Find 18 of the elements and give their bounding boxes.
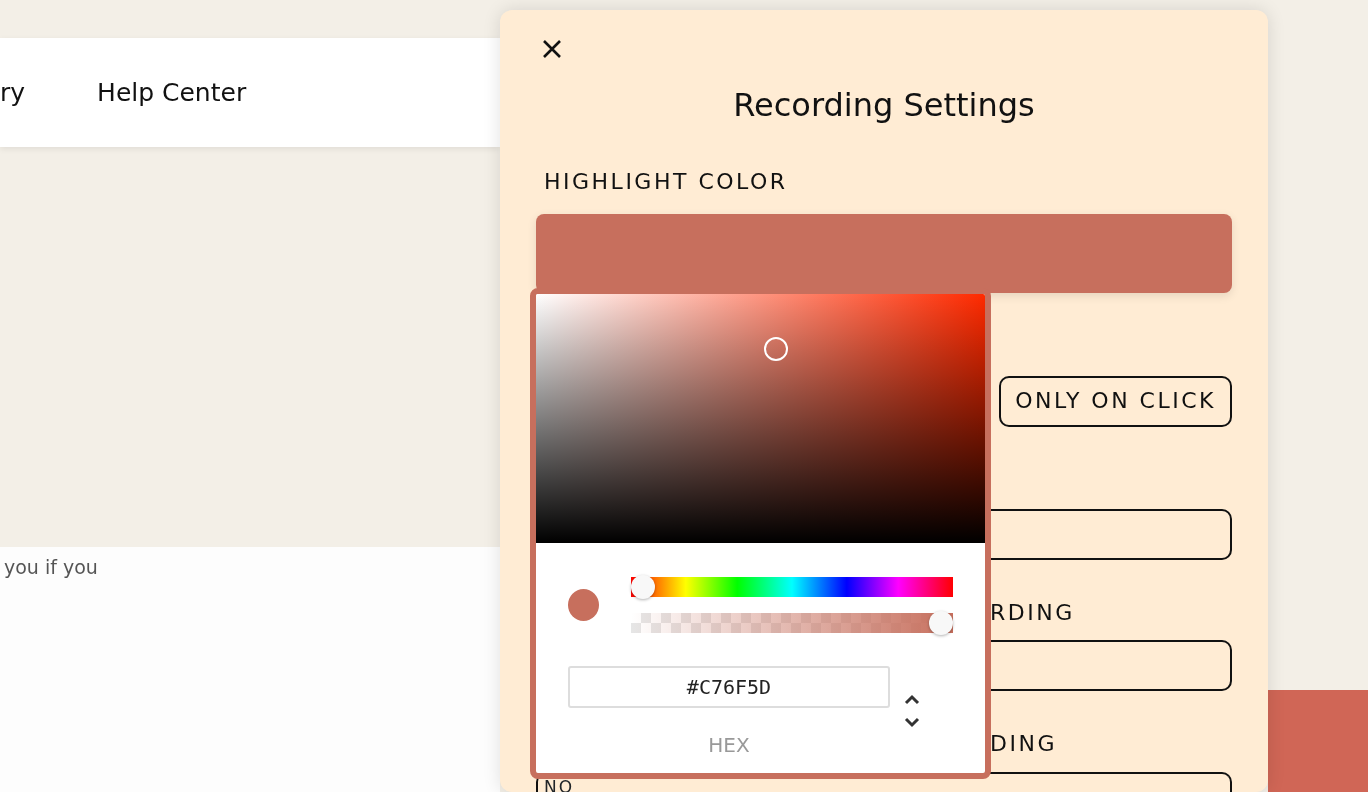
panel-title: Recording Settings [732, 86, 1036, 125]
field-label: DING [990, 731, 1058, 758]
format-label: HEX [707, 732, 751, 759]
saturation-area[interactable] [536, 294, 985, 543]
hue-slider[interactable] [631, 575, 953, 599]
field-label: HIGHLIGHT COLOR [544, 169, 789, 196]
color-preview [568, 589, 599, 621]
slider-thumb[interactable] [631, 575, 655, 599]
option-button[interactable]: ONLY ON CLICK [999, 375, 1232, 427]
body-text: you if you [4, 556, 98, 578]
nav-link[interactable]: ry [0, 73, 26, 112]
color-handle[interactable] [764, 337, 788, 361]
field-label: RDING [990, 599, 1076, 627]
color-swatch[interactable] [536, 213, 1232, 293]
nav-link[interactable]: Help Center [97, 73, 247, 112]
format-toggle-icon[interactable] [902, 694, 922, 728]
hex-input[interactable]: #C76F5D [568, 666, 890, 708]
slider-thumb[interactable] [929, 611, 953, 635]
